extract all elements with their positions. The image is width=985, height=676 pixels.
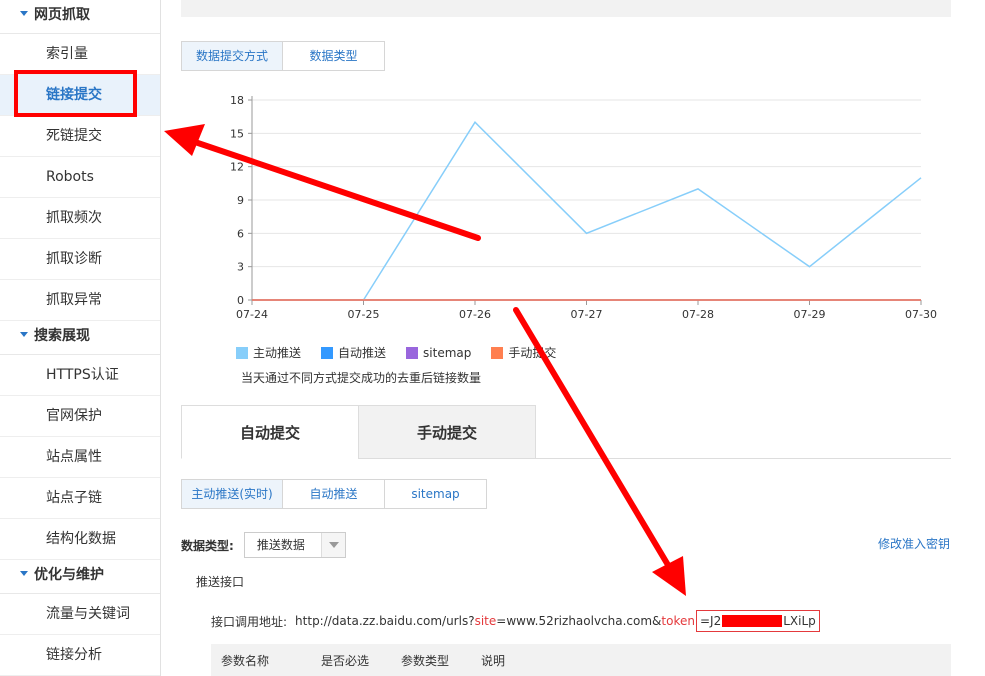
legend-item[interactable]: 主动推送 [236, 344, 301, 361]
sidebar-item[interactable]: 抓取诊断 [0, 239, 160, 280]
x-tick-label: 07-27 [571, 308, 603, 321]
push-api-title: 推送接口 [196, 575, 245, 589]
sidebar-item[interactable]: 抓取异常 [0, 280, 160, 321]
legend-item[interactable]: 自动推送 [321, 344, 386, 361]
token-start: =J2 [699, 614, 722, 628]
sidebar-group-header[interactable]: 搜索展现 [0, 321, 160, 355]
url-site-value: =www.52rizhaolvcha.com& [496, 614, 662, 628]
y-tick-label: 12 [230, 161, 244, 174]
url-site-key: site [474, 614, 497, 628]
x-tick-label: 07-25 [348, 308, 380, 321]
tab-manual-submit[interactable]: 手动提交 [358, 405, 536, 459]
caret-down-icon [20, 332, 28, 337]
y-tick-label: 6 [237, 227, 244, 240]
series-line-0 [362, 121, 922, 301]
token-highlight-box: =J2 LXiLp [695, 610, 820, 632]
x-tick-label: 07-29 [794, 308, 826, 321]
tab-data-type[interactable]: 数据类型 [283, 41, 386, 71]
sidebar-item[interactable]: 死链提交 [0, 116, 160, 157]
push-method-tabs: 主动推送(实时) 自动推送 sitemap [181, 479, 487, 509]
data-type-label: 数据类型: [181, 538, 234, 553]
caret-down-icon [20, 11, 28, 16]
token-redaction [722, 615, 783, 627]
url-prefix: http://data.zz.baidu.com/urls? [295, 614, 475, 628]
modify-key-link[interactable]: 修改准入密钥 [878, 535, 950, 552]
sidebar-group-label: 优化与维护 [34, 567, 104, 583]
x-tick-label: 07-24 [236, 308, 268, 321]
sidebar-item[interactable]: 流量与关键词 [0, 594, 160, 635]
sidebar-group-header[interactable]: 网页抓取 [0, 0, 160, 34]
data-type-row: 数据类型: 推送数据 [181, 532, 346, 558]
legend-label: 主动推送 [253, 346, 302, 360]
x-tick-label: 07-30 [905, 308, 937, 321]
legend-label: 自动推送 [338, 346, 387, 360]
chart-legend: 主动推送 自动推送 sitemap 手动提交 [236, 344, 576, 361]
sidebar-item[interactable]: 索引量 [0, 34, 160, 75]
sidebar-group-label: 网页抓取 [34, 7, 90, 23]
sidebar-item[interactable]: 站点子链 [0, 478, 160, 519]
tab-active-push[interactable]: 主动推送(实时) [181, 479, 283, 509]
y-tick-label: 15 [230, 127, 244, 140]
chart-note: 当天通过不同方式提交成功的去重后链接数量 [241, 371, 482, 385]
sidebar-item[interactable]: Robots [0, 157, 160, 198]
sidebar-group-header[interactable]: 优化与维护 [0, 560, 160, 594]
top-panel [181, 0, 951, 17]
data-type-value: 推送数据 [256, 538, 305, 552]
legend-label: sitemap [423, 345, 472, 360]
legend-label: 手动提交 [508, 346, 557, 360]
legend-item[interactable]: sitemap [406, 344, 471, 361]
legend-item[interactable]: 手动提交 [491, 344, 556, 361]
param-table-header: 参数名称 是否必选 参数类型 说明 [211, 644, 951, 676]
url-label: 接口调用地址: [211, 614, 288, 629]
y-tick-label: 0 [237, 294, 244, 307]
sidebar-item[interactable]: HTTPS认证 [0, 355, 160, 396]
col-description: 说明 [481, 653, 506, 668]
x-tick-label: 07-28 [682, 308, 714, 321]
url-token-key: token [661, 614, 695, 628]
tab-auto-push[interactable]: 自动推送 [283, 479, 385, 509]
sidebar-item[interactable]: 官网保护 [0, 396, 160, 437]
token-end: LXiLp [783, 614, 816, 628]
legend-swatch [321, 346, 334, 359]
col-param-type: 参数类型 [401, 653, 450, 668]
legend-swatch [406, 346, 419, 359]
col-param-name: 参数名称 [221, 653, 270, 668]
y-tick-label: 3 [237, 261, 244, 274]
y-tick-label: 9 [237, 194, 244, 207]
y-tick-label: 18 [230, 94, 244, 107]
submit-type-tabs: 自动提交 手动提交 [181, 405, 951, 459]
legend-swatch [236, 346, 248, 359]
sidebar-group-label: 搜索展现 [34, 328, 90, 344]
col-required: 是否必选 [321, 653, 370, 668]
submission-line-chart: 18 15 12 9 6 3 007-24 07-25 07-26 07-27 07-28 07-29… [230, 94, 937, 321]
data-type-select[interactable]: 推送数据 [243, 532, 346, 558]
chevron-down-icon[interactable] [320, 533, 345, 557]
api-url-row: 接口调用地址: http://data.zz.baidu.com/urls? si… [211, 610, 820, 632]
tab-auto-submit[interactable]: 自动提交 [181, 405, 359, 459]
annotation-box-link-submit [14, 70, 137, 117]
caret-down-icon [20, 571, 28, 576]
x-tick-label: 07-26 [459, 308, 491, 321]
sidebar-item[interactable]: 链接分析 [0, 635, 160, 676]
legend-swatch [491, 346, 504, 359]
sidebar-item[interactable]: 结构化数据 [0, 519, 160, 560]
sidebar-item[interactable]: 抓取频次 [0, 198, 160, 239]
tab-submission-method[interactable]: 数据提交方式 [181, 41, 284, 71]
tab-sitemap[interactable]: sitemap [385, 479, 487, 509]
sidebar-item[interactable]: 站点属性 [0, 437, 160, 478]
submission-tabs: 数据提交方式 数据类型 [181, 41, 386, 71]
